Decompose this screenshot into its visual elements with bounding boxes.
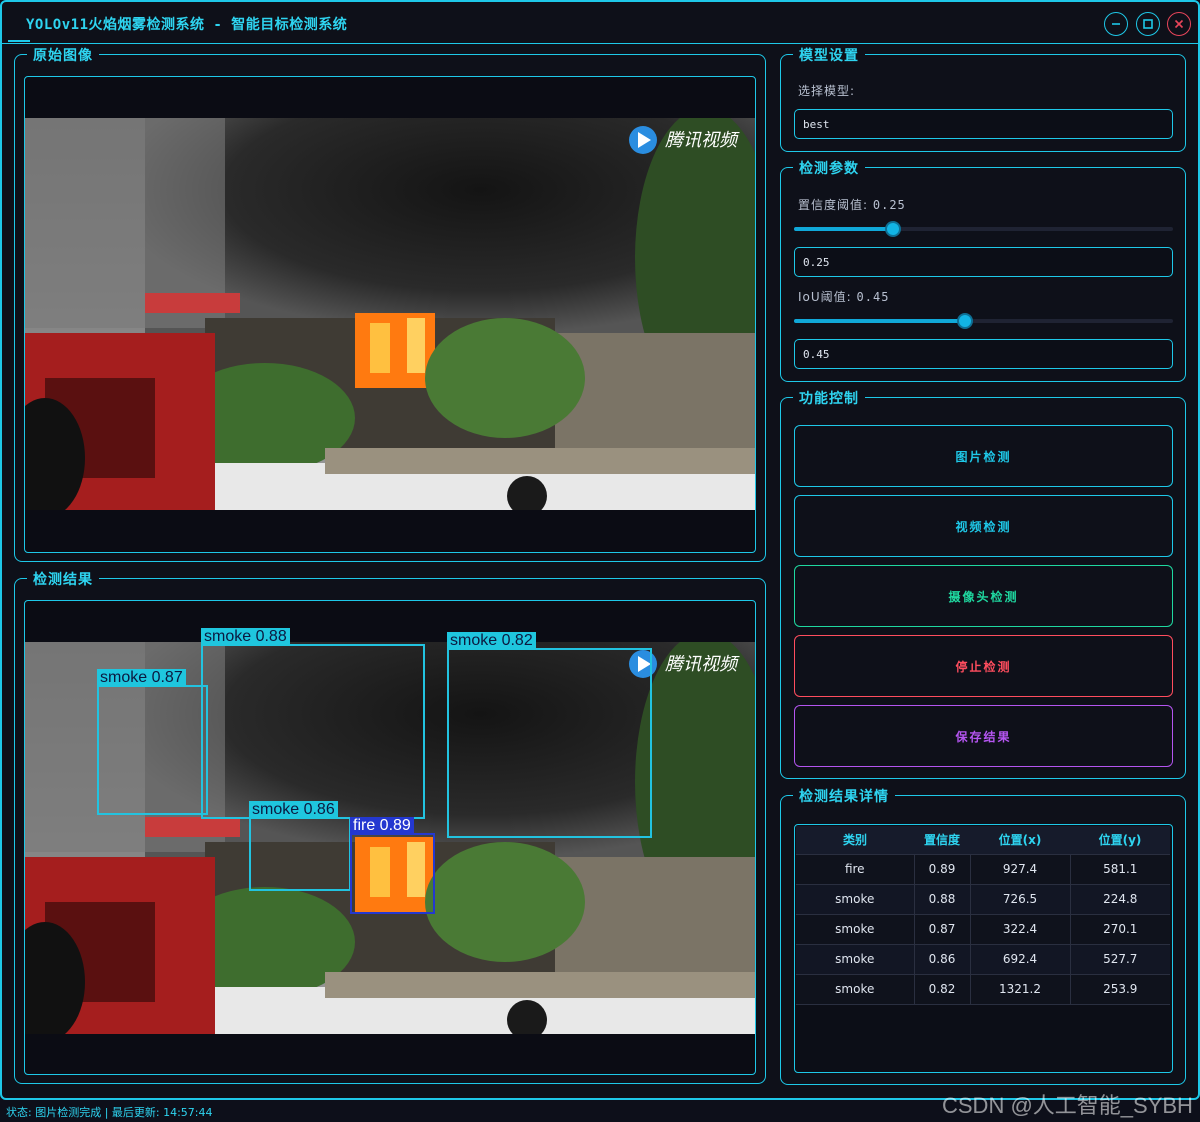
cell-class: smoke	[796, 884, 915, 915]
column-header-class[interactable]: 类别	[796, 826, 914, 855]
cell-confidence: 0.86	[914, 944, 971, 975]
confidence-label: 置信度阈值: 0.25	[798, 196, 906, 213]
result-image-frame: 腾讯视频 smoke 0.87 smoke 0.88 smoke 0.82 sm…	[24, 600, 756, 1075]
result-watermark: 腾讯视频	[665, 654, 740, 675]
cell-y: 253.9	[1070, 974, 1170, 1005]
video-detect-button[interactable]: 视频检测	[794, 495, 1173, 557]
cell-y: 270.1	[1070, 914, 1170, 945]
title-accent	[8, 40, 30, 42]
cell-y: 527.7	[1070, 944, 1170, 975]
iou-slider[interactable]	[794, 313, 1173, 329]
detection-label: smoke 0.88	[201, 628, 290, 646]
detection-details-title: 检测结果详情	[793, 786, 895, 806]
confidence-label-value: 0.25	[872, 198, 906, 212]
cell-y: 581.1	[1070, 854, 1170, 885]
iou-label-value: 0.45	[856, 290, 890, 304]
original-image-title: 原始图像	[27, 45, 99, 65]
detection-label: smoke 0.86	[249, 801, 338, 819]
status-bar: 状态: 图片检测完成 | 最后更新: 14:57:44	[6, 1106, 213, 1119]
cell-confidence: 0.88	[914, 884, 971, 915]
cell-x: 726.5	[970, 884, 1071, 915]
original-image: 腾讯视频	[25, 118, 755, 510]
title-bar[interactable]: YOLOv11火焰烟雾检测系统 - 智能目标检测系统	[2, 2, 1198, 44]
camera-detect-button[interactable]: 摄像头检测	[794, 565, 1173, 627]
table-row[interactable]: smoke 0.87 322.4 270.1	[796, 914, 1170, 945]
detection-box: smoke 0.87	[97, 669, 208, 815]
iou-label: IoU阈值: 0.45	[798, 288, 889, 305]
table-row[interactable]: smoke 0.86 692.4 527.7	[796, 944, 1170, 975]
table-header-row: 类别 置信度 位置(x) 位置(y)	[796, 826, 1170, 855]
confidence-slider-handle[interactable]	[885, 221, 901, 237]
column-header-y[interactable]: 位置(y)	[1070, 826, 1170, 855]
cell-class: smoke	[796, 944, 915, 975]
cell-confidence: 0.82	[914, 974, 971, 1005]
cell-x: 692.4	[970, 944, 1071, 975]
iou-slider-fill	[794, 319, 965, 323]
cell-x: 927.4	[970, 854, 1071, 885]
confidence-input[interactable]: 0.25	[794, 247, 1173, 277]
cell-x: 1321.2	[970, 974, 1071, 1005]
original-watermark: 腾讯视频	[665, 130, 740, 151]
iou-input[interactable]: 0.45	[794, 339, 1173, 369]
confidence-slider[interactable]	[794, 221, 1173, 237]
table-row[interactable]: smoke 0.82 1321.2 253.9	[796, 974, 1170, 1005]
select-model-label: 选择模型:	[798, 84, 856, 98]
detection-box: smoke 0.88	[201, 628, 425, 819]
detection-box: smoke 0.86	[249, 801, 351, 891]
save-result-button[interactable]: 保存结果	[794, 705, 1173, 767]
detection-params-title: 检测参数	[793, 158, 865, 178]
model-settings-title: 模型设置	[793, 45, 865, 65]
detection-box: smoke 0.82	[447, 632, 652, 838]
details-table: 类别 置信度 位置(x) 位置(y) fire 0.89 927.4 581.1…	[796, 826, 1170, 1005]
close-button[interactable]	[1167, 12, 1191, 36]
column-header-confidence[interactable]: 置信度	[914, 826, 970, 855]
image-detect-button[interactable]: 图片检测	[794, 425, 1173, 487]
video-logo-icon	[629, 126, 657, 154]
model-select[interactable]: best	[794, 109, 1173, 139]
cell-confidence: 0.89	[914, 854, 971, 885]
minimize-button[interactable]	[1104, 12, 1128, 36]
function-controls-title: 功能控制	[793, 388, 865, 408]
cell-class: fire	[796, 854, 915, 885]
iou-label-text: IoU阈值:	[798, 290, 852, 304]
detection-box-fire: fire 0.89	[350, 817, 435, 914]
table-row[interactable]: fire 0.89 927.4 581.1	[796, 854, 1170, 885]
maximize-button[interactable]	[1136, 12, 1160, 36]
cell-x: 322.4	[970, 914, 1071, 945]
cell-class: smoke	[796, 974, 915, 1005]
column-header-x[interactable]: 位置(x)	[970, 826, 1070, 855]
detection-label: smoke 0.82	[447, 632, 536, 650]
minimize-icon	[1112, 23, 1120, 25]
csdn-watermark: CSDN @人工智能_SYBH	[942, 1093, 1193, 1118]
cell-y: 224.8	[1070, 884, 1170, 915]
detection-label: fire 0.89	[350, 817, 414, 835]
cell-confidence: 0.87	[914, 914, 971, 945]
cell-class: smoke	[796, 914, 915, 945]
table-row[interactable]: smoke 0.88 726.5 224.8	[796, 884, 1170, 915]
confidence-label-text: 置信度阈值:	[798, 198, 869, 212]
confidence-slider-fill	[794, 227, 893, 231]
original-image-frame: 腾讯视频	[24, 76, 756, 553]
detection-label: smoke 0.87	[97, 669, 186, 687]
maximize-icon	[1143, 19, 1153, 29]
iou-slider-handle[interactable]	[957, 313, 973, 329]
close-icon	[1174, 19, 1184, 29]
result-image-title: 检测结果	[27, 569, 99, 589]
window-title: YOLOv11火焰烟雾检测系统 - 智能目标检测系统	[26, 17, 348, 33]
stop-detect-button[interactable]: 停止检测	[794, 635, 1173, 697]
